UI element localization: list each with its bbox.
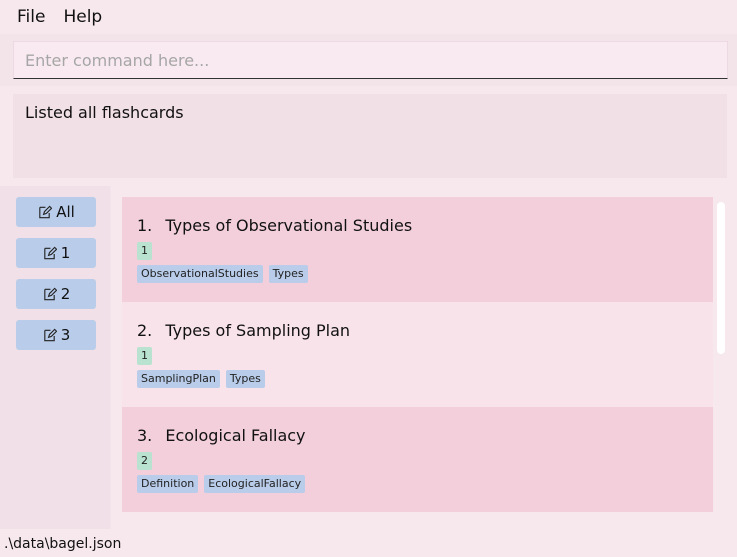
tag-row: SamplingPlan Types (137, 370, 698, 388)
flashcard-index: 2. (137, 321, 153, 340)
tag-row: ObservationalStudies Types (137, 265, 698, 283)
weight-row: 1 (137, 242, 698, 260)
flashcard-item[interactable]: 2. Types of Sampling Plan 1 SamplingPlan… (122, 302, 713, 407)
deck-button-all[interactable]: All (16, 197, 96, 227)
list-scrollbar[interactable] (715, 200, 725, 515)
flashcard-title-row: 3. Ecological Fallacy (137, 425, 698, 447)
weight-tag: 1 (137, 347, 152, 365)
main-panel: All 1 2 3 1. Types of Observational Stud… (0, 186, 737, 529)
result-message: Listed all flashcards (13, 94, 727, 178)
data-file-path: .\data\bagel.json (4, 536, 122, 552)
weight-row: 1 (137, 347, 698, 365)
topic-tag: Types (268, 265, 308, 283)
menu-bar: File Help (0, 0, 737, 34)
topic-tag: ObservationalStudies (137, 265, 263, 283)
flashcard-title-row: 1. Types of Observational Studies (137, 215, 698, 237)
deck-button-label: 3 (60, 326, 71, 344)
status-bar: .\data\bagel.json (0, 529, 737, 557)
flashcard-title-row: 2. Types of Sampling Plan (137, 320, 698, 342)
topic-tag: EcologicalFallacy (204, 475, 306, 493)
edit-note-icon (39, 205, 53, 218)
flashcard-item[interactable]: 3. Ecological Fallacy 2 Definition Ecolo… (122, 407, 713, 512)
deck-button-label: 1 (60, 244, 71, 262)
deck-button-label: 2 (60, 285, 71, 303)
edit-note-icon (43, 287, 57, 300)
deck-button-2[interactable]: 2 (16, 279, 96, 309)
result-display-area: Listed all flashcards (0, 86, 737, 186)
topic-tag: Definition (137, 475, 199, 493)
flashcard-item[interactable]: 1. Types of Observational Studies 1 Obse… (122, 197, 713, 302)
deck-button-label: All (56, 203, 75, 221)
flashcard-index: 1. (137, 216, 153, 235)
flashcard-title: Types of Sampling Plan (165, 321, 351, 340)
tag-row: Definition EcologicalFallacy (137, 475, 698, 493)
scrollbar-thumb[interactable] (717, 202, 725, 354)
topic-tag: SamplingPlan (137, 370, 220, 388)
weight-row: 2 (137, 452, 698, 470)
topic-tag: Types (225, 370, 265, 388)
flashcard-list: 1. Types of Observational Studies 1 Obse… (111, 186, 737, 529)
edit-note-icon (43, 246, 57, 259)
command-input[interactable] (13, 41, 728, 79)
command-box-area (0, 34, 737, 86)
deck-sidebar: All 1 2 3 (0, 186, 110, 529)
deck-button-3[interactable]: 3 (16, 320, 96, 350)
flashcard-index: 3. (137, 426, 153, 445)
edit-note-icon (43, 328, 57, 341)
flashcard-title: Ecological Fallacy (165, 426, 306, 445)
menu-help[interactable]: Help (54, 7, 111, 27)
weight-tag: 2 (137, 452, 152, 470)
deck-button-1[interactable]: 1 (16, 238, 96, 268)
flashcard-title: Types of Observational Studies (165, 216, 413, 235)
weight-tag: 1 (137, 242, 152, 260)
menu-file[interactable]: File (8, 7, 54, 27)
